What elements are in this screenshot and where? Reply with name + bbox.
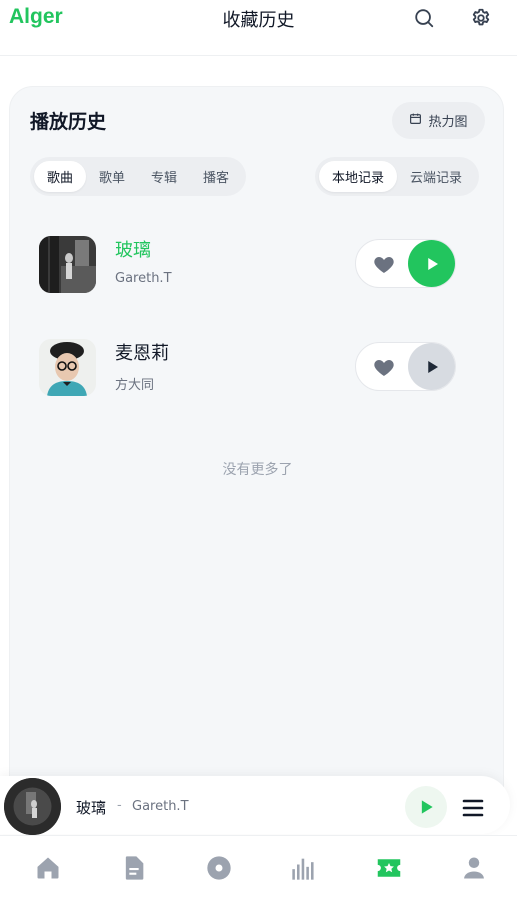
disc-icon[interactable] xyxy=(203,852,235,884)
player-play-button[interactable] xyxy=(405,786,447,828)
mini-player: 玻璃 - Gareth.T xyxy=(0,776,510,835)
heatmap-button[interactable]: 热力图 xyxy=(392,102,485,139)
gear-icon[interactable] xyxy=(469,6,493,30)
tab-podcasts[interactable]: 播客 xyxy=(190,161,242,192)
player-album-cover[interactable] xyxy=(4,778,61,835)
bottom-nav xyxy=(0,835,517,919)
page-title: 收藏历史 xyxy=(222,10,295,31)
chart-bars-icon[interactable] xyxy=(288,852,320,884)
song-row[interactable]: 麦恩莉 方大同 xyxy=(10,339,505,409)
top-bar: Alger 收藏历史 xyxy=(0,0,517,56)
play-button[interactable] xyxy=(408,240,455,287)
play-icon xyxy=(427,360,438,373)
home-icon[interactable] xyxy=(32,852,64,884)
tab-albums[interactable]: 专辑 xyxy=(138,161,190,192)
player-separator: - xyxy=(117,798,122,813)
song-title[interactable]: 麦恩莉 xyxy=(115,339,169,365)
tab-cloud-records[interactable]: 云端记录 xyxy=(397,161,475,192)
song-artist[interactable]: 方大同 xyxy=(115,374,154,393)
playlist-icon[interactable] xyxy=(461,796,485,820)
heart-icon[interactable] xyxy=(372,252,396,276)
song-actions xyxy=(355,342,456,391)
song-artist[interactable]: Gareth.T xyxy=(115,271,172,286)
song-title[interactable]: 玻璃 xyxy=(115,236,151,262)
song-actions xyxy=(355,239,456,288)
end-of-list-text: 没有更多了 xyxy=(222,462,293,478)
card-title: 播放历史 xyxy=(30,111,107,133)
search-icon[interactable] xyxy=(412,6,436,30)
tab-playlists[interactable]: 歌单 xyxy=(86,161,138,192)
history-card: 播放历史 热力图 歌曲 歌单 专辑 播客 本地记录 云端记录 玻璃 Gareth… xyxy=(9,86,504,826)
album-cover xyxy=(39,339,96,396)
heart-icon[interactable] xyxy=(372,355,396,379)
ticket-star-icon[interactable] xyxy=(373,852,405,884)
album-cover xyxy=(39,236,96,293)
player-artist[interactable]: Gareth.T xyxy=(132,799,189,814)
player-song-title[interactable]: 玻璃 xyxy=(76,797,106,818)
play-icon xyxy=(421,800,433,814)
tab-songs[interactable]: 歌曲 xyxy=(34,161,87,192)
tab-local-records[interactable]: 本地记录 xyxy=(319,161,398,192)
play-icon xyxy=(427,257,438,270)
song-row[interactable]: 玻璃 Gareth.T xyxy=(10,236,505,306)
calendar-icon xyxy=(409,112,422,129)
source-tabs: 本地记录 云端记录 xyxy=(315,157,480,196)
user-icon[interactable] xyxy=(458,852,490,884)
type-tabs: 歌曲 歌单 专辑 播客 xyxy=(30,157,247,196)
play-button[interactable] xyxy=(408,343,455,390)
heatmap-label: 热力图 xyxy=(428,115,468,130)
document-icon[interactable] xyxy=(118,852,150,884)
